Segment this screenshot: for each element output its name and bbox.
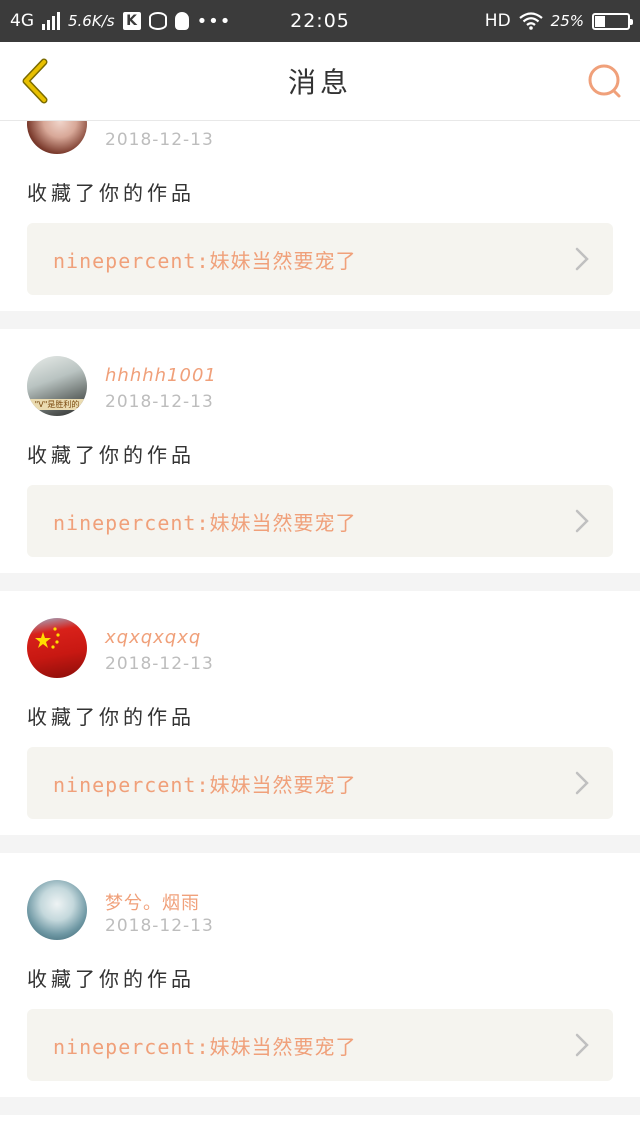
quoted-work[interactable]: ninepercent:妹妹当然要宠了	[27, 1009, 613, 1081]
header: 消息	[0, 42, 640, 121]
quoted-work[interactable]: ninepercent:妹妹当然要宠了	[27, 223, 613, 295]
battery-icon	[592, 12, 633, 30]
chevron-right-icon	[575, 1033, 589, 1057]
message-date: 2018-12-13	[105, 916, 214, 936]
message-card: "V"是胜利的 hhhhh1001 2018-12-13 收藏了你的作品 nin…	[0, 329, 640, 573]
page-title: 消息	[287, 66, 352, 99]
message-card	[0, 1115, 640, 1138]
flag-stars-icon	[35, 627, 60, 649]
message-date: 2018-12-13	[105, 654, 214, 674]
avatar[interactable]	[27, 121, 87, 154]
message-card: 2018-12-13 收藏了你的作品 ninepercent:妹妹当然要宠了	[0, 121, 640, 311]
quoted-work[interactable]: ninepercent:妹妹当然要宠了	[27, 485, 613, 557]
message-list: 2018-12-13 收藏了你的作品 ninepercent:妹妹当然要宠了 "…	[0, 121, 640, 1138]
quote-text: ninepercent:妹妹当然要宠了	[53, 772, 357, 797]
hd-indicator: HD	[484, 11, 511, 31]
status-bar: 4G 5.6K/s K ••• 22:05 HD 25%	[0, 0, 640, 42]
quote-text: ninepercent:妹妹当然要宠了	[53, 510, 357, 535]
search-icon[interactable]	[586, 62, 624, 100]
quoted-work[interactable]: ninepercent:妹妹当然要宠了	[27, 747, 613, 819]
message-card: 梦兮。烟雨 2018-12-13 收藏了你的作品 ninepercent:妹妹当…	[0, 853, 640, 1097]
username[interactable]: hhhhh1001	[105, 365, 217, 386]
battery-percent: 25%	[550, 12, 584, 30]
quote-text: ninepercent:妹妹当然要宠了	[53, 1034, 357, 1059]
message-action: 收藏了你的作品	[27, 443, 195, 467]
quote-text: ninepercent:妹妹当然要宠了	[53, 248, 357, 273]
message-card: xqxqxqxq 2018-12-13 收藏了你的作品 ninepercent:…	[0, 591, 640, 835]
message-date: 2018-12-13	[105, 130, 214, 150]
chevron-right-icon	[575, 509, 589, 533]
chevron-right-icon	[575, 247, 589, 271]
message-action: 收藏了你的作品	[27, 181, 195, 205]
avatar[interactable]	[27, 880, 87, 940]
username[interactable]: xqxqxqxq	[105, 627, 201, 648]
message-date: 2018-12-13	[105, 392, 214, 412]
wifi-icon	[518, 12, 543, 30]
message-action: 收藏了你的作品	[27, 967, 195, 991]
status-right: HD 25%	[484, 0, 633, 42]
avatar-caption: "V"是胜利的	[27, 399, 87, 410]
chevron-right-icon	[575, 771, 589, 795]
avatar[interactable]: "V"是胜利的	[27, 356, 87, 416]
username[interactable]: 梦兮。烟雨	[105, 889, 200, 915]
message-action: 收藏了你的作品	[27, 705, 195, 729]
avatar[interactable]	[27, 618, 87, 678]
